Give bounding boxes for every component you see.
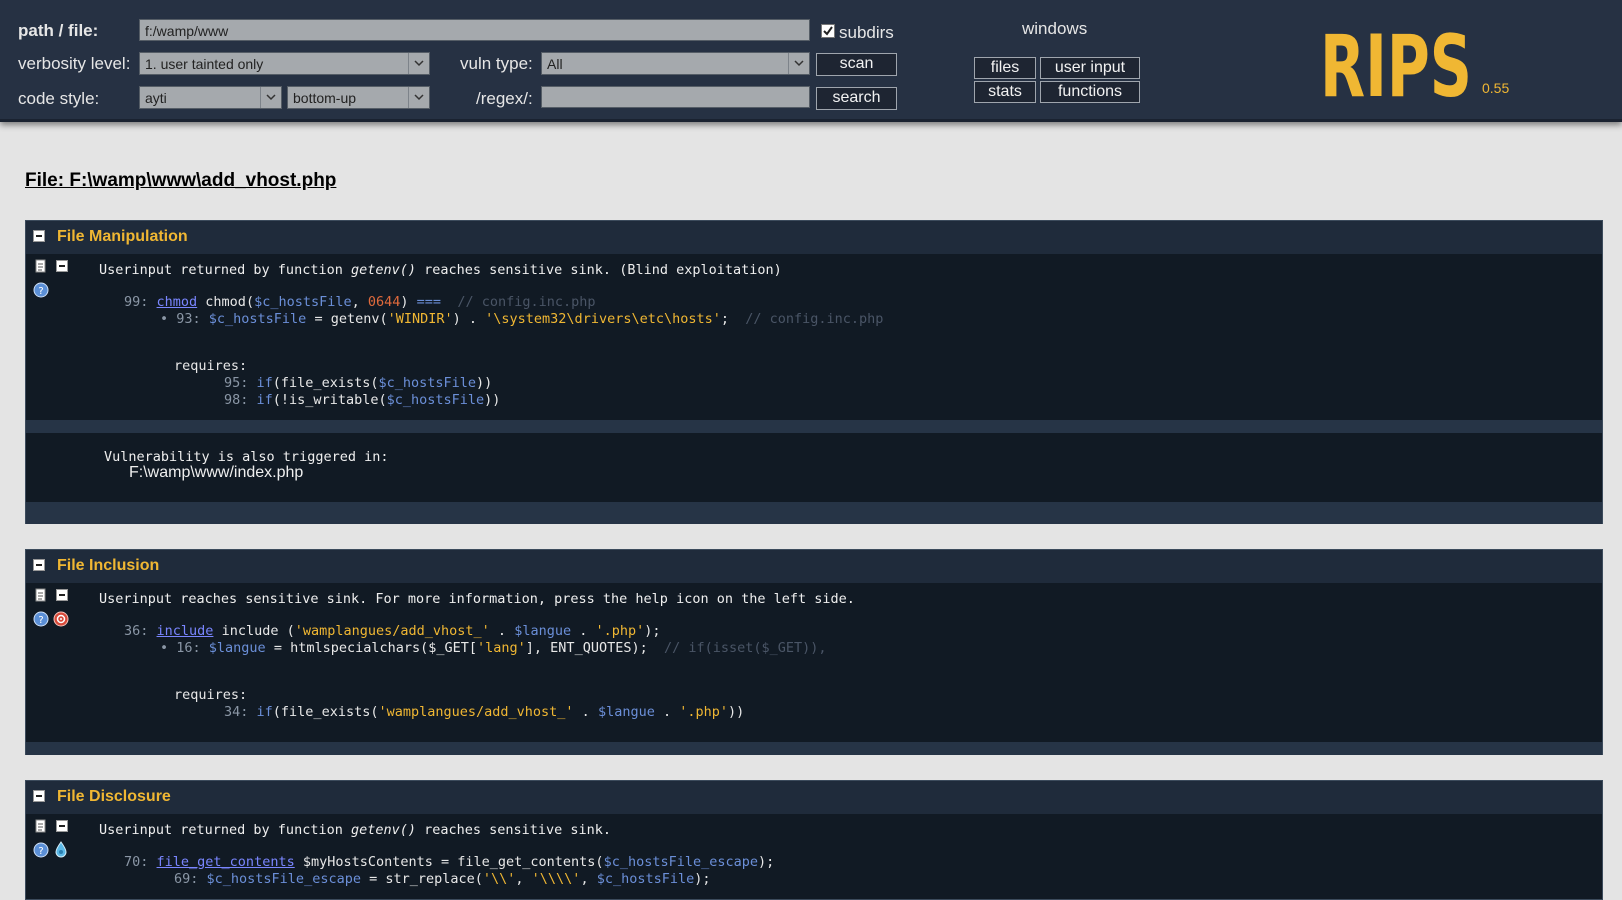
requires-line: 98: if(!is_writable($c_hostsFile)): [224, 392, 501, 408]
vuln-description: Userinput reaches sensitive sink. For mo…: [99, 591, 855, 607]
vuln-header: File Manipulation: [26, 221, 1602, 254]
scan-button[interactable]: scan: [816, 53, 897, 76]
file-icon[interactable]: [35, 819, 46, 833]
path-label: path / file:: [18, 21, 99, 40]
separator: [26, 502, 1602, 524]
requires-line: 95: if(file_exists($c_hostsFile)): [224, 375, 493, 391]
code-style-value: ayti: [145, 90, 167, 106]
rips-logo: RIPS: [1320, 26, 1472, 106]
toolbar: path / file: f:/wamp/www subdirs windows…: [0, 0, 1622, 122]
help-icon[interactable]: ?: [33, 282, 49, 298]
regex-label: /regex/:: [476, 89, 533, 108]
functions-button[interactable]: functions: [1040, 81, 1140, 103]
vuln-block-file-inclusion: File Inclusion ? Userinput reaches sensi…: [25, 549, 1603, 755]
also-triggered-label: Vulnerability is also triggered in:: [104, 449, 389, 465]
file-icon[interactable]: [35, 259, 46, 273]
collapse-toggle[interactable]: [33, 790, 45, 802]
subdirs-checkbox[interactable]: [821, 24, 835, 38]
sink-line: 36: include include ('wamplangues/add_vh…: [124, 623, 661, 639]
verbosity-label: verbosity level:: [18, 54, 131, 73]
trace-line: 69: $c_hostsFile_escape = str_replace('\…: [174, 871, 711, 887]
code-style-select[interactable]: ayti: [139, 86, 282, 109]
search-button[interactable]: search: [816, 87, 897, 110]
subdirs-label: subdirs: [839, 23, 894, 42]
vuln-header: File Inclusion: [26, 550, 1602, 583]
vuln-header: File Disclosure: [26, 781, 1602, 814]
vuln-block-file-manipulation: File Manipulation ? Userinput returned b…: [25, 220, 1603, 524]
check-icon: [823, 26, 833, 36]
vuln-title: File Disclosure: [57, 788, 171, 805]
sink-function-link[interactable]: file_get_contents: [157, 854, 295, 870]
vuln-description: Userinput returned by function getenv() …: [99, 822, 612, 838]
chevron-down-icon: [414, 94, 424, 101]
svg-text:?: ?: [38, 615, 43, 626]
logo-text: RIPS: [1320, 26, 1472, 106]
direction-select[interactable]: bottom-up: [287, 86, 430, 109]
separator: [26, 420, 1602, 433]
path-input[interactable]: f:/wamp/www: [139, 19, 810, 41]
sink-line: 70: file_get_contents $myHostsContents =…: [124, 854, 775, 870]
sink-line: 99: chmod chmod($c_hostsFile, 0644) === …: [124, 294, 596, 310]
svg-text:?: ?: [38, 286, 43, 297]
help-icon[interactable]: ?: [33, 842, 49, 858]
trace-line: • 93: $c_hostsFile = getenv('WINDIR') . …: [160, 311, 884, 327]
version-label: 0.55: [1482, 80, 1510, 96]
vuln-type-value: All: [547, 56, 563, 72]
regex-input[interactable]: [541, 86, 810, 108]
svg-text:?: ?: [38, 846, 43, 857]
requires-label: requires:: [174, 358, 248, 374]
code-style-label: code style:: [18, 89, 100, 108]
vuln-title: File Manipulation: [57, 228, 188, 245]
vuln-title: File Inclusion: [57, 557, 160, 574]
file-icon[interactable]: [35, 588, 46, 602]
file-title: File: F:\wamp\www\add_vhost.php: [25, 170, 337, 191]
verbosity-select[interactable]: 1. user tainted only: [139, 52, 430, 75]
separator: [26, 742, 1602, 755]
chevron-down-icon: [266, 94, 276, 101]
sink-function-link[interactable]: chmod: [157, 294, 198, 310]
trace-line: • 16: $langue = htmlspecialchars($_GET['…: [160, 640, 827, 656]
direction-value: bottom-up: [293, 90, 357, 106]
minimize-icon[interactable]: [56, 260, 68, 272]
files-button[interactable]: files: [974, 57, 1036, 79]
os-label: windows: [1022, 19, 1088, 38]
vuln-description: Userinput returned by function getenv() …: [99, 262, 782, 278]
help-icon[interactable]: ?: [33, 611, 49, 627]
stats-button[interactable]: stats: [974, 81, 1036, 103]
user-input-button[interactable]: user input: [1040, 57, 1140, 79]
vuln-type-select[interactable]: All: [541, 52, 810, 75]
chevron-down-icon: [794, 60, 804, 67]
sink-function-link[interactable]: include: [157, 623, 214, 639]
collapse-toggle[interactable]: [33, 230, 45, 242]
verbosity-value: 1. user tainted only: [145, 56, 264, 72]
vuln-block-file-disclosure: File Disclosure ? Userinput returned by …: [25, 780, 1603, 900]
also-triggered-file-link[interactable]: F:\wamp\www/index.php: [129, 464, 303, 482]
requires-line: 34: if(file_exists('wamplangues/add_vhos…: [224, 704, 745, 720]
chevron-down-icon: [414, 60, 424, 67]
vuln-type-label: vuln type:: [460, 54, 533, 73]
requires-label: requires:: [174, 687, 248, 703]
collapse-toggle[interactable]: [33, 559, 45, 571]
exploit-icon[interactable]: [53, 611, 69, 627]
minimize-icon[interactable]: [56, 589, 68, 601]
minimize-icon[interactable]: [56, 820, 68, 832]
data-leak-icon[interactable]: [53, 841, 69, 858]
